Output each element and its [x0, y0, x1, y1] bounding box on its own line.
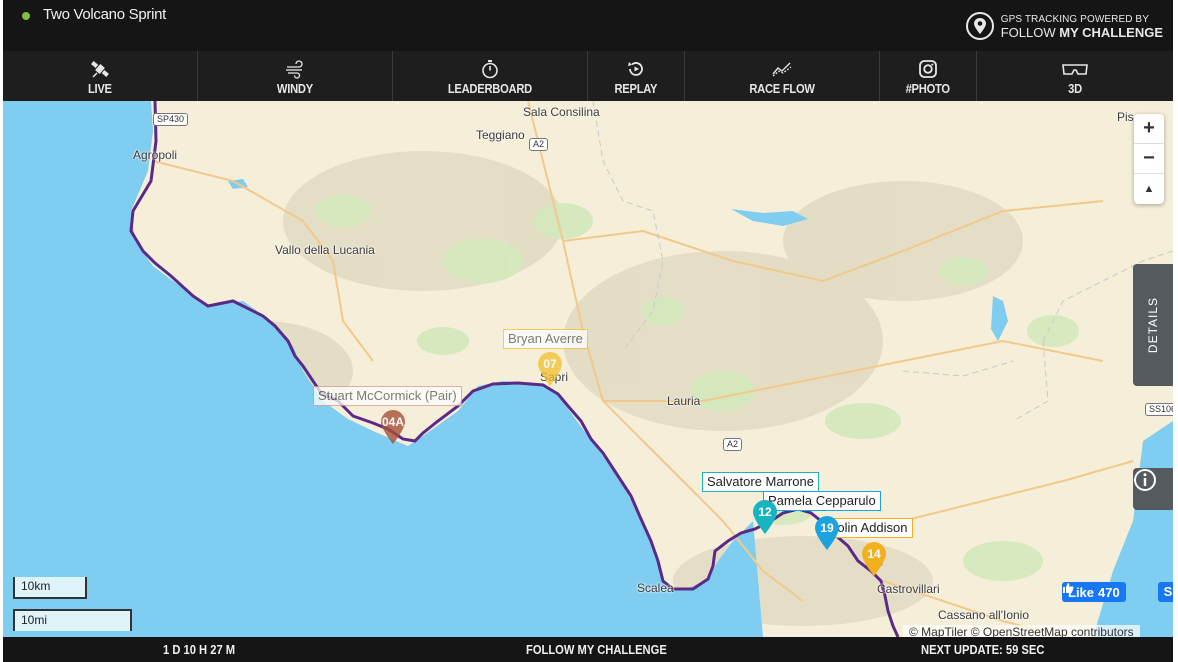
rider-marker[interactable]: 19 — [813, 515, 841, 551]
nav-photo-label: #PHOTO — [905, 81, 951, 96]
place-label: Lauria — [667, 394, 701, 408]
live-status-dot — [22, 12, 30, 20]
nav-photo[interactable]: #PHOTO — [880, 51, 977, 101]
rider-marker[interactable]: 12 — [751, 499, 779, 535]
nav-leaderboard-label: LEADERBOARD — [447, 81, 533, 96]
compass-button[interactable]: ▲ — [1134, 174, 1164, 204]
elapsed-time: 1 D 10 H 27 M — [163, 642, 236, 657]
zoom-in-button[interactable]: + — [1134, 114, 1164, 144]
scale-bar-km: 10km — [13, 577, 87, 599]
place-label: Vallo della Lucania — [275, 243, 375, 257]
rider-number: 04A — [381, 415, 404, 429]
line-chart-icon — [771, 59, 793, 79]
instagram-icon — [917, 59, 939, 79]
facebook-share-button[interactable]: S — [1158, 582, 1173, 602]
rider-name-label[interactable]: Bryan Averre — [503, 329, 588, 349]
rider-marker[interactable]: 07 — [536, 351, 564, 387]
thumbs-up-icon — [1063, 583, 1074, 593]
rider-name-label[interactable]: Salvatore Marrone — [702, 472, 819, 492]
rider-marker[interactable]: 04A — [379, 409, 407, 445]
scale-bar-mi: 10mi — [13, 609, 132, 631]
details-label: DETAILS — [1146, 296, 1160, 354]
rider-name-label[interactable]: Pamela Cepparulo — [763, 491, 881, 511]
nav-windy[interactable]: WINDY — [198, 51, 393, 101]
rider-number: 07 — [543, 357, 557, 371]
rider-marker[interactable]: 14 — [860, 541, 888, 577]
rider-number: 12 — [758, 505, 772, 519]
nav-3d-label: 3D — [1068, 81, 1082, 96]
brand-name-part2: MY CHALLENGE — [1059, 25, 1163, 40]
wind-icon — [284, 59, 306, 79]
next-update-countdown: NEXT UPDATE: 59 SEC — [921, 642, 1045, 657]
replay-icon — [625, 59, 647, 79]
nav-race-flow[interactable]: RACE FLOW — [685, 51, 880, 101]
place-label: Castrovillari — [877, 582, 940, 596]
nav-3d[interactable]: 3D — [977, 51, 1173, 101]
map-terrain — [3, 101, 1173, 637]
place-label: Sala Consilina — [523, 105, 600, 119]
nav-replay-label: REPLAY — [614, 81, 658, 96]
compass-icon: ▲ — [1143, 183, 1155, 195]
race-title: Two Volcano Sprint — [43, 6, 167, 23]
brand-name-part1: FOLLOW — [1000, 25, 1060, 40]
brand-logo[interactable]: GPS TRACKING POWERED BY FOLLOW MY CHALLE… — [965, 10, 1163, 42]
place-label: Cassano all'Ionio — [938, 608, 1030, 622]
nav-live[interactable]: LIVE — [3, 51, 198, 101]
nav-live-label: LIVE — [88, 81, 112, 96]
footer-brand[interactable]: FOLLOW MY CHALLENGE — [526, 642, 667, 657]
nav-leaderboard[interactable]: LEADERBOARD — [393, 51, 588, 101]
zoom-controls: + − ▲ — [1134, 114, 1164, 204]
map-view[interactable]: Sala Consilina Teggiano Agropoli Vallo d… — [3, 101, 1173, 637]
place-label: Pis — [1117, 110, 1134, 124]
place-label: Agropoli — [133, 148, 178, 162]
road-shield: A2 — [723, 438, 743, 451]
zoom-out-button[interactable]: − — [1134, 144, 1164, 174]
road-shield: SS106 — [1145, 403, 1173, 416]
stopwatch-icon — [479, 59, 501, 79]
tracking-app-frame: Two Volcano Sprint GPS TRACKING POWERED … — [3, 0, 1173, 662]
place-label: Teggiano — [476, 128, 525, 142]
road-shield: A2 — [529, 138, 549, 151]
satellite-icon — [89, 59, 111, 79]
nav-replay[interactable]: REPLAY — [588, 51, 685, 101]
details-tab[interactable]: DETAILS — [1133, 264, 1173, 386]
rider-number: 19 — [820, 521, 834, 535]
road-shield: SP430 — [153, 113, 189, 126]
3d-glasses-icon — [1061, 59, 1089, 79]
facebook-like-button[interactable]: Like 470 — [1062, 582, 1126, 602]
nav-windy-label: WINDY — [277, 81, 313, 96]
brand-name: FOLLOW MY CHALLENGE — [1001, 26, 1163, 39]
main-nav: LIVE WINDY LEADERBOARD REPLAY RACE FLOW — [3, 51, 1173, 101]
location-pin-icon — [965, 12, 994, 40]
brand-text: GPS TRACKING POWERED BY FOLLOW MY CHALLE… — [1001, 13, 1163, 39]
place-label: Scalea — [637, 581, 674, 595]
info-icon — [1134, 469, 1156, 491]
rider-number: 14 — [867, 547, 881, 561]
info-button[interactable] — [1133, 468, 1173, 510]
rider-name-label[interactable]: Stuart McCormick (Pair) — [313, 386, 462, 406]
top-header: Two Volcano Sprint GPS TRACKING POWERED … — [3, 0, 1173, 50]
nav-race-flow-label: RACE FLOW — [749, 81, 815, 96]
map-attribution[interactable]: © MapTiler © OpenStreetMap contributors — [903, 625, 1140, 637]
facebook-like-count: 470 — [1098, 584, 1120, 600]
status-bar: 1 D 10 H 27 M FOLLOW MY CHALLENGE NEXT U… — [3, 637, 1173, 662]
